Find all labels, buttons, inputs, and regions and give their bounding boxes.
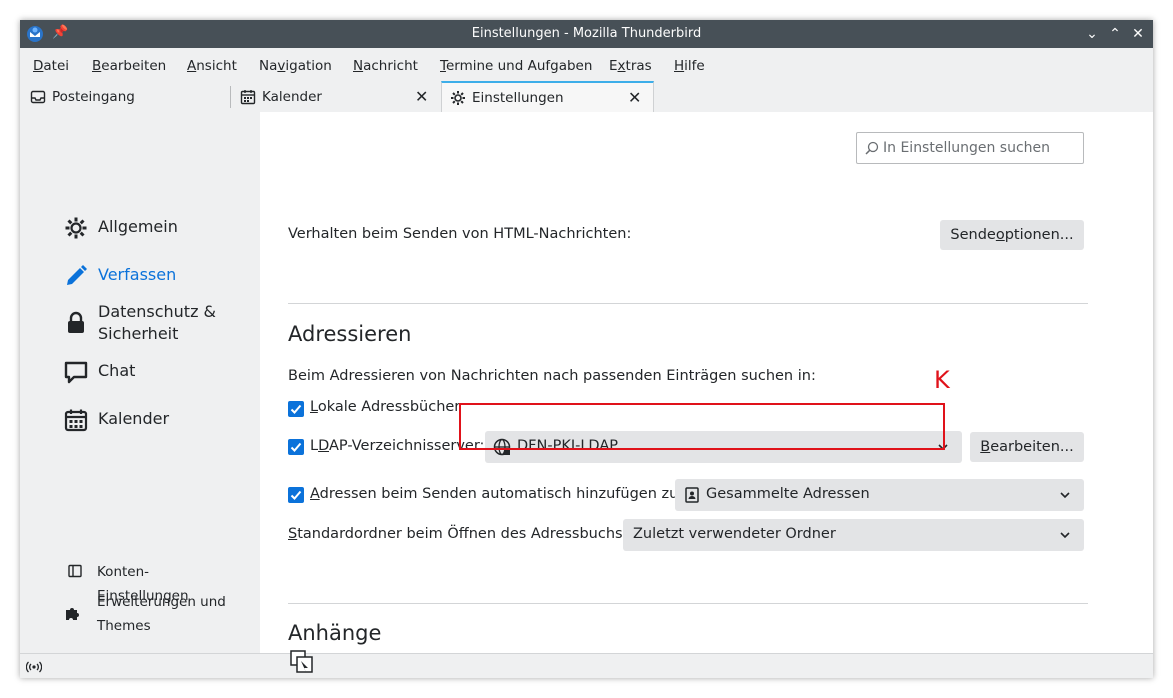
sidebar-item-datenschutz[interactable]: Datenschutz & Sicherheit bbox=[64, 301, 254, 345]
edit-ldap-button[interactable]: Bearbeiten... bbox=[970, 432, 1084, 462]
annotation-label: K bbox=[934, 366, 950, 394]
default-folder-select[interactable]: Zuletzt verwendeter Ordner bbox=[623, 519, 1084, 551]
auto-add-addressbook-select[interactable]: Gesammelte Adressen bbox=[675, 479, 1084, 511]
menu-datei[interactable]: Datei bbox=[33, 58, 69, 74]
status-bar bbox=[20, 653, 1153, 678]
menu-extras[interactable]: Extras bbox=[609, 58, 652, 74]
ldap-checkbox[interactable] bbox=[288, 439, 304, 455]
auto-add-label: Adressen beim Senden automatisch hinzufü… bbox=[310, 486, 684, 502]
search-placeholder: In Einstellungen suchen bbox=[883, 140, 1051, 156]
sidebar-item-label: Kalender bbox=[98, 409, 170, 428]
gear-icon bbox=[65, 217, 87, 239]
html-behavior-label: Verhalten beim Senden von HTML-Nachricht… bbox=[288, 226, 632, 242]
close-tab-icon[interactable]: ✕ bbox=[628, 88, 641, 107]
section-divider bbox=[288, 603, 1088, 604]
chevron-down-icon bbox=[1060, 492, 1070, 499]
sidebar-item-label: Datenschutz & Sicherheit bbox=[98, 302, 217, 343]
menu-bar: Datei Bearbeiten Ansicht Navigation Nach… bbox=[20, 48, 1153, 76]
tab-einstellungen[interactable]: Einstellungen ✕ bbox=[441, 81, 654, 114]
menu-ansicht[interactable]: Ansicht bbox=[187, 58, 237, 74]
tab-kalender[interactable]: Kalender ✕ bbox=[232, 82, 438, 112]
sidebar-item-label: Erweiterungen und Themes bbox=[97, 594, 226, 634]
inbox-icon bbox=[30, 90, 46, 104]
attachments-heading: Anhänge bbox=[288, 621, 382, 645]
tab-label: Einstellungen bbox=[472, 90, 564, 106]
menu-nachricht[interactable]: Nachricht bbox=[353, 58, 418, 74]
addressing-intro: Beim Adressieren von Nachrichten nach pa… bbox=[288, 368, 816, 384]
chat-bubble-icon bbox=[64, 361, 88, 384]
tab-separator bbox=[230, 86, 231, 108]
default-folder-value: Zuletzt verwendeter Ordner bbox=[633, 526, 836, 542]
puzzle-piece-icon bbox=[66, 608, 79, 620]
gear-icon bbox=[451, 91, 465, 105]
chevron-down-icon bbox=[1060, 532, 1070, 539]
annotation-highlight-box bbox=[459, 403, 945, 450]
search-icon bbox=[865, 141, 879, 155]
close-tab-icon[interactable]: ✕ bbox=[415, 87, 428, 106]
menu-bearbeiten[interactable]: Bearbeiten bbox=[92, 58, 166, 74]
sidebar-item-label: Chat bbox=[98, 361, 136, 380]
menu-termine[interactable]: Termine und Aufgaben bbox=[440, 58, 592, 74]
minimize-button[interactable]: ⌄ bbox=[1082, 24, 1102, 44]
checkmark-icon bbox=[290, 404, 302, 414]
tab-label: Kalender bbox=[262, 89, 322, 105]
sidebar-item-label: Allgemein bbox=[98, 217, 178, 236]
calendar-icon bbox=[240, 90, 256, 105]
section-divider bbox=[288, 303, 1088, 304]
auto-add-checkbox[interactable] bbox=[288, 487, 304, 503]
auto-add-addressbook-value: Gesammelte Adressen bbox=[706, 486, 870, 502]
local-addressbooks-label: Lokale Adressbücher bbox=[310, 399, 461, 415]
tab-bar: Posteingang Kalender ✕ Einstellungen ✕ bbox=[20, 76, 1153, 114]
settings-search-input[interactable]: In Einstellungen suchen bbox=[856, 132, 1084, 164]
menu-hilfe[interactable]: Hilfe bbox=[674, 58, 705, 74]
send-options-button[interactable]: Sendeoptionen... bbox=[940, 220, 1084, 250]
thunderbird-window: 📌 Einstellungen - Mozilla Thunderbird ⌄ … bbox=[20, 20, 1153, 678]
tab-posteingang[interactable]: Posteingang bbox=[22, 82, 230, 112]
account-settings-icon bbox=[68, 564, 82, 578]
pencil-icon bbox=[67, 265, 87, 285]
lock-icon bbox=[68, 311, 84, 333]
checkmark-icon bbox=[290, 442, 302, 452]
online-status-icon[interactable] bbox=[26, 660, 42, 674]
address-book-icon bbox=[685, 487, 699, 503]
sidebar-item-label: Verfassen bbox=[98, 265, 177, 284]
default-folder-label: Standardordner beim Öffnen des Adressbuc… bbox=[288, 526, 628, 542]
title-bar: 📌 Einstellungen - Mozilla Thunderbird ⌄ … bbox=[20, 20, 1153, 48]
menu-navigation[interactable]: Navigation bbox=[259, 58, 332, 74]
settings-sidebar: Allgemein Verfassen Datenschutz & Sicher… bbox=[20, 112, 260, 653]
settings-content: In Einstellungen suchen Verhalten beim S… bbox=[260, 112, 1153, 653]
tab-label: Posteingang bbox=[52, 89, 135, 105]
addressing-heading: Adressieren bbox=[288, 322, 412, 346]
local-addressbooks-checkbox[interactable] bbox=[288, 401, 304, 417]
checkmark-icon bbox=[290, 490, 302, 500]
mouse-cursor-icon bbox=[290, 650, 313, 673]
close-window-button[interactable]: ✕ bbox=[1128, 24, 1148, 44]
maximize-button[interactable]: ⌃ bbox=[1105, 24, 1125, 44]
calendar-icon bbox=[64, 409, 88, 432]
window-title: Einstellungen - Mozilla Thunderbird bbox=[471, 26, 702, 41]
